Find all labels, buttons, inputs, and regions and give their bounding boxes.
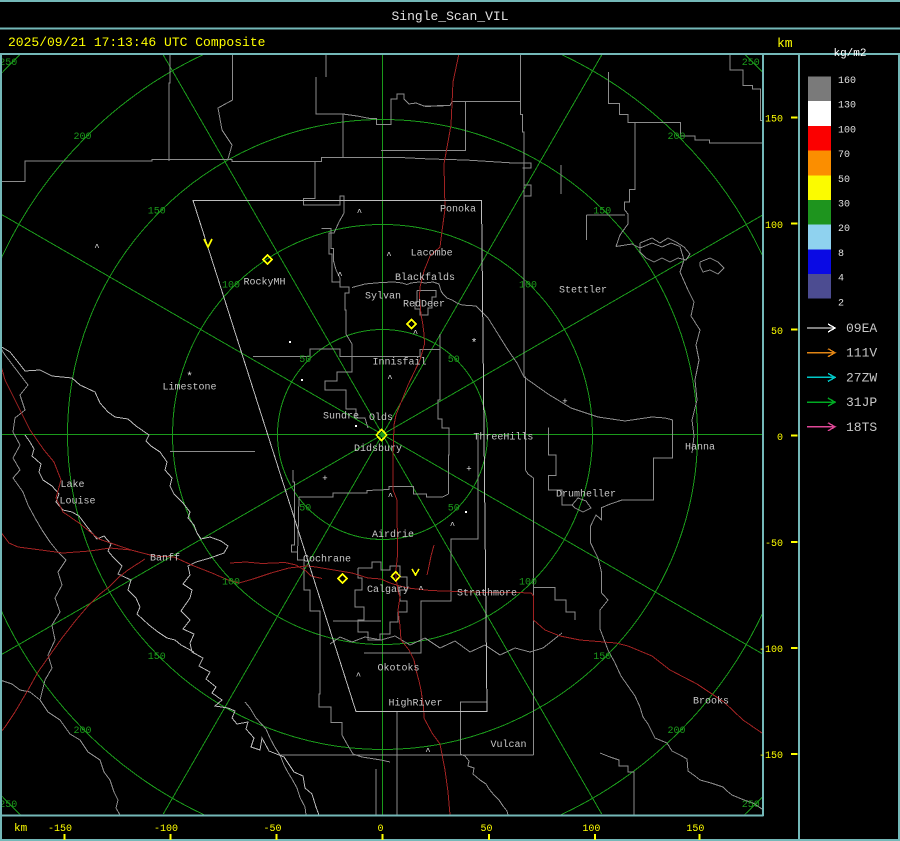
svg-text:200: 200 [73,132,91,143]
svg-text:150: 150 [593,206,611,217]
svg-text:200: 200 [73,726,91,737]
svg-text:Strathmore: Strathmore [457,588,517,600]
svg-text:130: 130 [838,101,856,112]
svg-text:ThreeHills: ThreeHills [473,432,533,444]
svg-text:4: 4 [838,274,844,285]
svg-text:09EA: 09EA [846,321,877,336]
svg-text:100: 100 [838,125,856,136]
svg-text:^: ^ [450,521,455,531]
svg-text:30: 30 [838,200,850,211]
svg-text:Innisfail: Innisfail [372,357,426,369]
svg-text:50: 50 [448,503,460,514]
svg-text:Drumheller: Drumheller [556,489,616,501]
svg-text:^: ^ [337,271,342,281]
svg-text:Lacombe: Lacombe [411,248,453,260]
svg-text:km: km [777,36,793,51]
svg-text:2025/09/21 17:13:46 UTC Compos: 2025/09/21 17:13:46 UTC Composite [8,35,265,50]
svg-text:250: 250 [742,58,760,69]
svg-text:250: 250 [742,800,760,811]
svg-text:50: 50 [838,175,850,186]
svg-text:^: ^ [357,208,362,218]
svg-text:50: 50 [299,503,311,514]
svg-text:100: 100 [582,824,600,835]
svg-text:18TS: 18TS [846,420,877,435]
svg-text:Sundre: Sundre [323,411,359,423]
svg-text:250: 250 [0,800,17,811]
svg-text:Sylvan: Sylvan [365,290,401,302]
svg-text:160: 160 [838,76,856,87]
svg-text:Banff: Banff [150,553,180,565]
svg-text:-150: -150 [48,824,72,835]
svg-text:^: ^ [94,243,99,253]
svg-text:100: 100 [765,221,783,232]
svg-text:100: 100 [222,281,240,292]
svg-text:+: + [562,397,567,407]
svg-text:^: ^ [413,329,418,339]
svg-text:50: 50 [480,824,492,835]
svg-text:Didsbury: Didsbury [354,443,402,455]
svg-text:^: ^ [356,672,361,682]
svg-text:70: 70 [838,150,850,161]
svg-text:150: 150 [765,115,783,126]
svg-text:Blackfalds: Blackfalds [395,272,455,284]
svg-text:27ZW: 27ZW [846,370,877,385]
svg-text:150: 150 [148,206,166,217]
svg-text:km: km [14,823,28,835]
svg-text:^: ^ [425,747,430,757]
svg-text:8: 8 [838,249,844,260]
svg-text:Okotoks: Okotoks [377,663,419,675]
svg-text:31JP: 31JP [846,395,877,410]
svg-text:-50: -50 [765,539,783,550]
svg-text:111V: 111V [846,346,877,361]
svg-text:^: ^ [387,374,392,384]
svg-text:Hanna: Hanna [685,443,715,454]
svg-text:200: 200 [667,726,685,737]
svg-text:150: 150 [148,652,166,663]
svg-text:-100: -100 [154,824,178,835]
svg-text:Louise: Louise [59,496,95,508]
svg-text:20: 20 [838,224,850,235]
svg-text:kg/m2: kg/m2 [833,48,866,60]
svg-text:Calgary: Calgary [367,584,409,596]
svg-text:100: 100 [519,578,537,589]
svg-text:100: 100 [519,281,537,292]
svg-text:Stettler: Stettler [559,285,607,297]
svg-text:Brooks: Brooks [693,696,729,708]
svg-text:*: * [186,372,193,384]
svg-text:-100: -100 [759,645,783,656]
svg-text:*: * [471,338,478,350]
svg-text:150: 150 [686,824,704,835]
svg-text:RockyMH: RockyMH [243,276,285,288]
svg-text:0: 0 [377,824,383,835]
svg-text:250: 250 [0,58,17,69]
svg-text:Cochrane: Cochrane [303,554,351,566]
svg-text:200: 200 [667,132,685,143]
svg-text:2: 2 [838,298,844,309]
svg-text:HighRiver: HighRiver [388,698,442,710]
svg-text:50: 50 [771,327,783,338]
svg-text:100: 100 [222,578,240,589]
svg-text:Lake: Lake [60,479,84,491]
svg-text:Olds: Olds [369,412,393,424]
svg-text:-150: -150 [759,751,783,762]
svg-text:+: + [466,465,471,475]
svg-text:-50: -50 [263,824,281,835]
svg-text:0: 0 [777,433,783,444]
svg-text:Single_Scan_VIL: Single_Scan_VIL [391,9,508,24]
svg-text:50: 50 [448,355,460,366]
svg-text:150: 150 [593,652,611,663]
svg-text:^: ^ [418,585,423,595]
svg-text:^: ^ [386,251,391,261]
svg-text:^: ^ [388,492,393,502]
svg-text:50: 50 [299,355,311,366]
svg-text:+: + [322,474,327,484]
svg-text:Ponoka: Ponoka [440,204,476,216]
svg-text:RedDeer: RedDeer [403,299,445,311]
svg-text:Airdrie: Airdrie [372,529,414,541]
svg-text:Vulcan: Vulcan [490,739,526,751]
